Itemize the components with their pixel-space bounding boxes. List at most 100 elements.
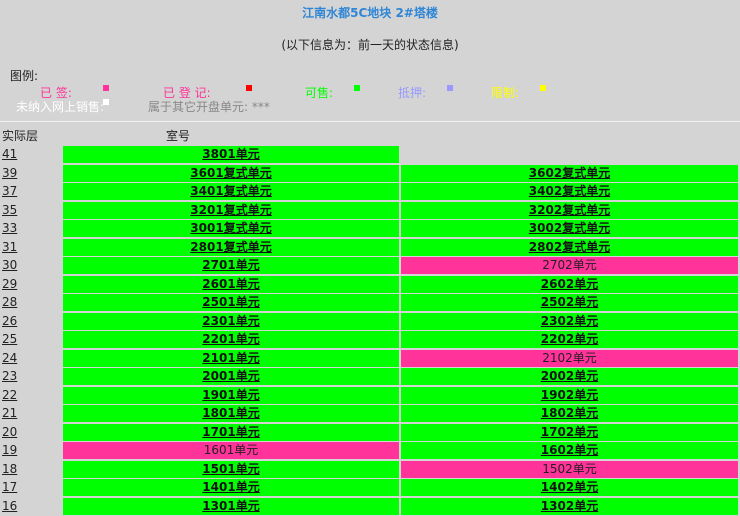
table-row: 17 1401单元 1402单元 [0, 479, 740, 497]
table-row: 30 2701单元 2702单元 [0, 257, 740, 275]
column-header-room: 室号 [166, 129, 191, 143]
unit-cell-for-sale[interactable]: 2202单元 [401, 331, 738, 348]
unit-cell-signed: 2702单元 [401, 257, 738, 274]
legend-mortgaged: 抵押: [398, 84, 426, 101]
unit-cell-for-sale[interactable]: 1902单元 [401, 387, 738, 404]
legend-mortgaged-swatch [447, 85, 453, 91]
unit-cell-for-sale[interactable]: 1302单元 [401, 498, 738, 515]
floor-link[interactable]: 31 [2, 240, 17, 254]
unit-cell-for-sale[interactable]: 2502单元 [401, 294, 738, 311]
legend-restricted-swatch [540, 85, 546, 91]
table-row: 21 1801单元 1802单元 [0, 405, 740, 423]
unit-cell-for-sale[interactable]: 2001单元 [63, 368, 399, 385]
legend-not-online-swatch [103, 99, 109, 105]
unit-cell-for-sale[interactable]: 2101单元 [63, 350, 399, 367]
table-row: 19 1601单元 1602单元 [0, 442, 740, 460]
unit-cell-signed: 1502单元 [401, 461, 738, 478]
unit-cell-for-sale[interactable]: 3201复式单元 [63, 202, 399, 219]
table-row: 31 2801复式单元 2802复式单元 [0, 239, 740, 257]
unit-cell-for-sale[interactable]: 1501单元 [63, 461, 399, 478]
unit-cell-for-sale[interactable]: 3601复式单元 [63, 165, 399, 182]
table-row: 33 3001复式单元 3002复式单元 [0, 220, 740, 238]
column-header-floor: 实际层 [2, 129, 39, 143]
floor-link[interactable]: 37 [2, 184, 17, 198]
unit-cell-for-sale[interactable]: 2301单元 [63, 313, 399, 330]
table-row: 29 2601单元 2602单元 [0, 276, 740, 294]
table-row: 18 1501单元 1502单元 [0, 461, 740, 479]
legend-registered-swatch [246, 85, 252, 91]
unit-cell-for-sale[interactable]: 2601单元 [63, 276, 399, 293]
floor-link[interactable]: 19 [2, 443, 17, 457]
floor-link[interactable]: 24 [2, 351, 17, 365]
table-row: 35 3201复式单元 3202复式单元 [0, 202, 740, 220]
floor-link[interactable]: 29 [2, 277, 17, 291]
legend-restricted-label: 限制: [491, 86, 520, 100]
unit-cell-for-sale[interactable]: 3801单元 [63, 146, 399, 163]
unit-cell-for-sale[interactable]: 2801复式单元 [63, 239, 399, 256]
table-row: 16 1301单元 1302单元 [0, 498, 740, 516]
floor-link[interactable]: 22 [2, 388, 17, 402]
unit-cell-for-sale[interactable]: 2302单元 [401, 313, 738, 330]
legend-other-units: 属于其它开盘单元: *** [148, 100, 270, 114]
floor-link[interactable]: 21 [2, 406, 17, 420]
legend-not-online-label: 未纳入网上销售: [16, 100, 105, 114]
floor-link[interactable]: 30 [2, 258, 17, 272]
unit-cell-for-sale[interactable]: 2701单元 [63, 257, 399, 274]
unit-cell-for-sale[interactable]: 1802单元 [401, 405, 738, 422]
unit-cell-for-sale[interactable]: 3202复式单元 [401, 202, 738, 219]
table-row: 20 1701单元 1702单元 [0, 424, 740, 442]
unit-cell-for-sale[interactable]: 1901单元 [63, 387, 399, 404]
table-row: 41 3801单元 [0, 146, 740, 164]
unit-cell-for-sale[interactable]: 3401复式单元 [63, 183, 399, 200]
unit-cell-for-sale[interactable]: 3001复式单元 [63, 220, 399, 237]
floor-link[interactable]: 35 [2, 203, 17, 217]
header-divider [0, 121, 740, 122]
unit-cell-signed: 2102单元 [401, 350, 738, 367]
floor-link[interactable]: 16 [2, 499, 17, 513]
unit-cell-for-sale[interactable]: 2501单元 [63, 294, 399, 311]
floor-link[interactable]: 39 [2, 166, 17, 180]
unit-cell-for-sale[interactable]: 2201单元 [63, 331, 399, 348]
unit-cell-for-sale[interactable]: 1301单元 [63, 498, 399, 515]
table-row: 26 2301单元 2302单元 [0, 313, 740, 331]
unit-cell-for-sale[interactable]: 1602单元 [401, 442, 738, 459]
table-row: 28 2501单元 2502单元 [0, 294, 740, 312]
table-row: 24 2101单元 2102单元 [0, 350, 740, 368]
legend-mortgaged-label: 抵押: [398, 86, 427, 100]
status-note: (以下信息为：前一天的状态信息) [281, 38, 459, 52]
unit-cell-for-sale[interactable]: 3602复式单元 [401, 165, 738, 182]
floor-link[interactable]: 17 [2, 480, 17, 494]
floor-link[interactable]: 41 [2, 147, 17, 161]
table-row: 22 1901单元 1902单元 [0, 387, 740, 405]
unit-cell-signed: 1601单元 [63, 442, 399, 459]
floor-link[interactable]: 20 [2, 425, 17, 439]
table-row: 39 3601复式单元 3602复式单元 [0, 165, 740, 183]
unit-cell-for-sale[interactable]: 2602单元 [401, 276, 738, 293]
floor-link[interactable]: 26 [2, 314, 17, 328]
floor-link[interactable]: 25 [2, 332, 17, 346]
legend-signed-swatch [103, 85, 109, 91]
legend-not-online: 未纳入网上销售: [16, 98, 104, 115]
legend-for-sale-label: 可售: [305, 86, 334, 100]
unit-cell-for-sale[interactable]: 1401单元 [63, 479, 399, 496]
floor-link[interactable]: 18 [2, 462, 17, 476]
page-title: 江南水都5C地块 2#塔楼 [302, 6, 438, 20]
unit-cell-for-sale[interactable]: 1801单元 [63, 405, 399, 422]
unit-cell-for-sale[interactable]: 2802复式单元 [401, 239, 738, 256]
unit-cell-for-sale[interactable]: 1702单元 [401, 424, 738, 441]
table-row: 37 3401复式单元 3402复式单元 [0, 183, 740, 201]
legend-heading: 图例: [10, 69, 39, 83]
unit-cell-for-sale[interactable]: 2002单元 [401, 368, 738, 385]
floor-link[interactable]: 28 [2, 295, 17, 309]
table-row: 23 2001单元 2002单元 [0, 368, 740, 386]
legend-for-sale: 可售: [305, 84, 333, 101]
legend-for-sale-swatch [354, 85, 360, 91]
unit-cell-for-sale[interactable]: 3002复式单元 [401, 220, 738, 237]
unit-cell-for-sale[interactable]: 3402复式单元 [401, 183, 738, 200]
legend-restricted: 限制: [491, 84, 519, 101]
floor-link[interactable]: 33 [2, 221, 17, 235]
unit-cell-for-sale[interactable]: 1701单元 [63, 424, 399, 441]
unit-cell-for-sale[interactable]: 1402单元 [401, 479, 738, 496]
table-row: 25 2201单元 2202单元 [0, 331, 740, 349]
floor-link[interactable]: 23 [2, 369, 17, 383]
